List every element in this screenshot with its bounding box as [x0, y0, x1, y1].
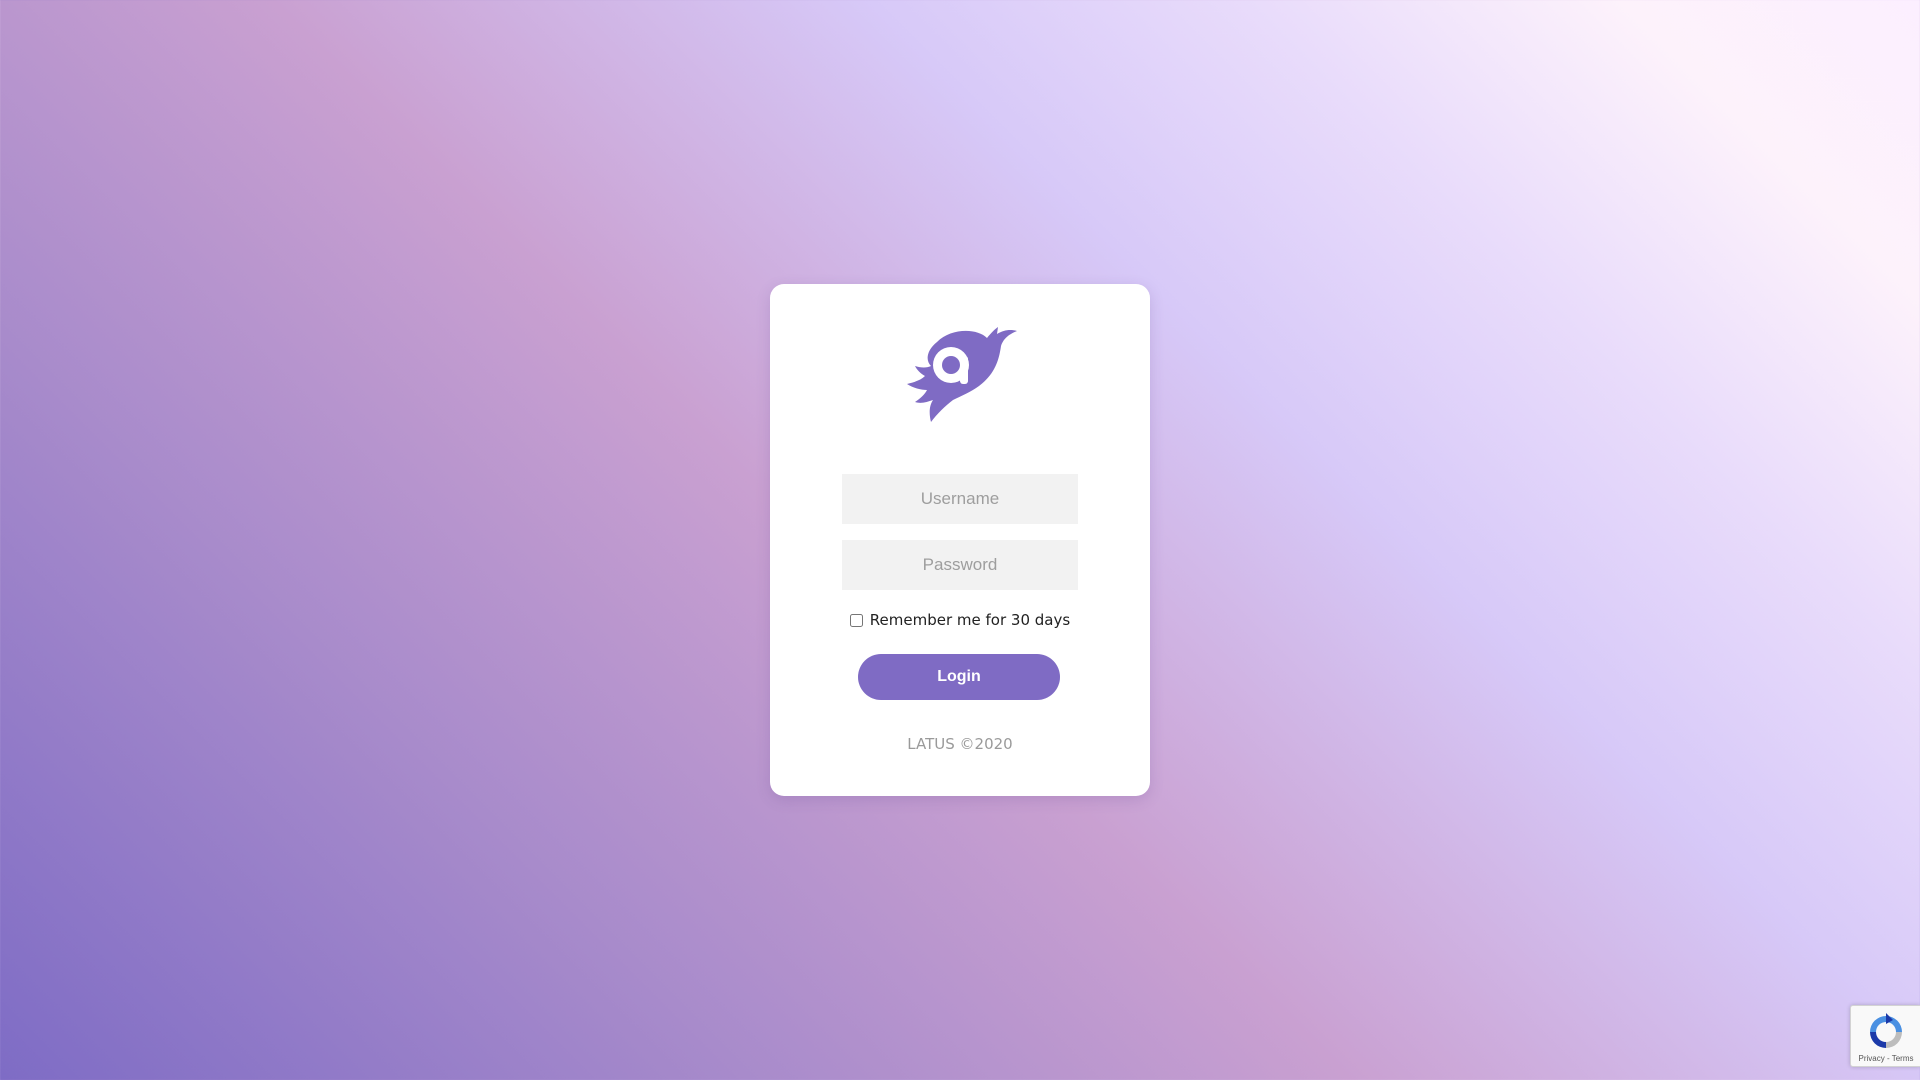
recaptcha-links: Privacy - Terms: [1851, 1054, 1920, 1063]
login-card: Remember me for 30 days Login LATUS ©202…: [770, 284, 1150, 796]
remember-me-checkbox[interactable]: [849, 613, 863, 627]
password-input[interactable]: [842, 540, 1078, 590]
username-input[interactable]: [842, 474, 1078, 524]
recaptcha-separator: -: [1884, 1054, 1892, 1063]
recaptcha-icon: [1870, 1013, 1902, 1048]
footer-copyright: LATUS ©2020: [907, 735, 1013, 753]
recaptcha-privacy-link[interactable]: Privacy: [1859, 1054, 1885, 1063]
recaptcha-terms-link[interactable]: Terms: [1892, 1054, 1914, 1063]
latus-bird-logo-icon: [907, 327, 1017, 422]
remember-me-label: Remember me for 30 days: [869, 611, 1071, 629]
login-button[interactable]: Login: [858, 654, 1060, 700]
recaptcha-badge[interactable]: Privacy - Terms: [1850, 1005, 1920, 1067]
remember-me-row[interactable]: Remember me for 30 days: [770, 608, 1150, 632]
